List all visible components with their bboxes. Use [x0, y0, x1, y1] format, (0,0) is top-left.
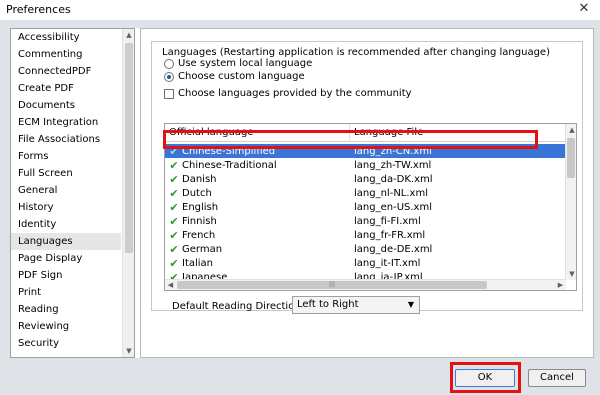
option-label: Choose languages provided by the communi…	[178, 88, 412, 99]
sidebar-scrollbar[interactable]: ▲ ▼	[122, 29, 134, 357]
sidebar-item-general[interactable]: General	[11, 182, 121, 199]
language-row[interactable]: ✔ German lang_de-DE.xml	[165, 242, 566, 256]
sidebar-item-commenting[interactable]: Commenting	[11, 46, 121, 63]
language-row-selected[interactable]: ✔ Chinese-Simplified lang_zh-CN.xml	[165, 144, 566, 158]
sidebar-item-languages[interactable]: Languages	[11, 233, 121, 250]
language-name: English	[182, 201, 219, 213]
language-row[interactable]: ✔ Italian lang_it-IT.xml	[165, 256, 566, 270]
cancel-button[interactable]: Cancel	[528, 369, 586, 387]
system-language-option[interactable]: Use system local language	[164, 58, 312, 69]
group-title: Languages (Restarting application is rec…	[160, 47, 552, 58]
language-name: Dutch	[182, 187, 212, 199]
scrollbar-thumb[interactable]	[567, 138, 575, 178]
language-name: Chinese-Simplified	[182, 145, 276, 157]
window-frame	[594, 20, 600, 395]
radio-button[interactable]	[164, 58, 174, 69]
checkmark-icon: ✔	[169, 242, 179, 256]
sidebar-item-page-display[interactable]: Page Display	[11, 250, 121, 267]
checkmark-icon: ✔	[169, 200, 179, 214]
sidebar-item-identity[interactable]: Identity	[11, 216, 121, 233]
list-horizontal-scrollbar[interactable]: ◀ ||| ▶	[165, 279, 566, 290]
checkmark-icon: ✔	[169, 228, 179, 242]
language-row[interactable]: ✔ Chinese-Traditional lang_zh-TW.xml	[165, 158, 566, 172]
reading-direction-select[interactable]: Left to Right ▼	[292, 296, 420, 314]
sidebar-item-forms[interactable]: Forms	[11, 148, 121, 165]
scroll-up-icon[interactable]: ▲	[566, 124, 576, 136]
sidebar-item-connectedpdf[interactable]: ConnectedPDF	[11, 63, 121, 80]
checkmark-icon: ✔	[169, 158, 179, 172]
sidebar-item-ecm-integration[interactable]: ECM Integration	[11, 114, 121, 131]
sidebar-item-file-associations[interactable]: File Associations	[11, 131, 121, 148]
sidebar-item-create-pdf[interactable]: Create PDF	[11, 80, 121, 97]
language-file: lang_en-US.xml	[354, 201, 432, 213]
select-value: Left to Right	[297, 299, 359, 310]
scroll-down-icon[interactable]: ▼	[123, 345, 135, 357]
chevron-down-icon: ▼	[407, 300, 414, 309]
language-file: lang_zh-TW.xml	[354, 159, 432, 171]
column-header-language[interactable]: Official language	[165, 124, 350, 142]
languages-group: Languages (Restarting application is rec…	[151, 41, 583, 314]
window-frame	[0, 20, 600, 28]
sidebar-item-pdf-sign[interactable]: PDF Sign	[11, 267, 121, 284]
language-file: lang_da-DK.xml	[354, 173, 433, 185]
language-file: lang_zh-CN.xml	[354, 145, 432, 157]
language-name: French	[182, 229, 216, 241]
language-file: lang_it-IT.xml	[354, 257, 421, 269]
language-row[interactable]: ✔ French lang_fr-FR.xml	[165, 228, 566, 242]
close-icon[interactable]: ✕	[577, 2, 591, 16]
window-frame	[0, 20, 10, 395]
sidebar-item-full-screen[interactable]: Full Screen	[11, 165, 121, 182]
radio-button-selected[interactable]	[164, 71, 174, 82]
sidebar-item-history[interactable]: History	[11, 199, 121, 216]
custom-language-option[interactable]: Choose custom language	[164, 71, 305, 82]
language-row[interactable]: ✔ Finnish lang_fi-FI.xml	[165, 214, 566, 228]
language-file: lang_nl-NL.xml	[354, 187, 428, 199]
scroll-left-icon[interactable]: ◀	[165, 279, 176, 290]
option-label: Choose custom language	[178, 71, 305, 82]
column-header-file[interactable]: Language File	[350, 124, 566, 142]
scroll-right-icon[interactable]: ▶	[555, 279, 566, 290]
window-title: Preferences	[6, 3, 71, 16]
language-file: lang_fr-FR.xml	[354, 229, 426, 241]
scroll-up-icon[interactable]: ▲	[123, 29, 135, 41]
scrollbar-thumb[interactable]	[125, 43, 133, 253]
language-row[interactable]: ✔ Dutch lang_nl-NL.xml	[165, 186, 566, 200]
language-file: lang_de-DE.xml	[354, 243, 433, 255]
language-row[interactable]: ✔ Danish lang_da-DK.xml	[165, 172, 566, 186]
checkbox[interactable]	[164, 88, 174, 99]
sidebar-item-print[interactable]: Print	[11, 284, 121, 301]
scroll-down-icon[interactable]: ▼	[566, 268, 576, 280]
category-list: Accessibility Commenting ConnectedPDF Cr…	[10, 28, 135, 358]
reading-direction-label: Default Reading Direction:	[172, 301, 305, 312]
language-name: German	[182, 243, 223, 255]
language-list: Official language Language File ✔ Chinese…	[164, 123, 577, 291]
checkmark-icon: ✔	[169, 186, 179, 200]
language-name: Finnish	[182, 215, 217, 227]
language-row[interactable]: ✔ English lang_en-US.xml	[165, 200, 566, 214]
checkmark-icon: ✔	[169, 214, 179, 228]
sidebar-item-documents[interactable]: Documents	[11, 97, 121, 114]
checkmark-icon: ✔	[169, 144, 179, 158]
list-vertical-scrollbar[interactable]: ▲ ▼	[565, 124, 576, 280]
option-label: Use system local language	[178, 58, 313, 69]
ok-button[interactable]: OK	[455, 369, 515, 387]
list-header: Official language Language File	[165, 124, 566, 142]
community-languages-option[interactable]: Choose languages provided by the communi…	[164, 88, 412, 99]
language-name: Italian	[182, 257, 214, 269]
language-name: Chinese-Traditional	[182, 159, 277, 171]
checkmark-icon: ✔	[169, 256, 179, 270]
language-file: lang_fi-FI.xml	[354, 215, 421, 227]
title-bar: Preferences ✕	[0, 0, 600, 20]
language-name: Danish	[182, 173, 217, 185]
settings-panel: Languages (Restarting application is rec…	[140, 28, 594, 358]
scrollbar-thumb[interactable]: |||	[177, 281, 487, 289]
sidebar-item-reviewing[interactable]: Reviewing	[11, 318, 121, 335]
sidebar-item-reading[interactable]: Reading	[11, 301, 121, 318]
checkmark-icon: ✔	[169, 172, 179, 186]
sidebar-item-accessibility[interactable]: Accessibility	[11, 29, 121, 46]
sidebar-item-security[interactable]: Security	[11, 335, 121, 352]
